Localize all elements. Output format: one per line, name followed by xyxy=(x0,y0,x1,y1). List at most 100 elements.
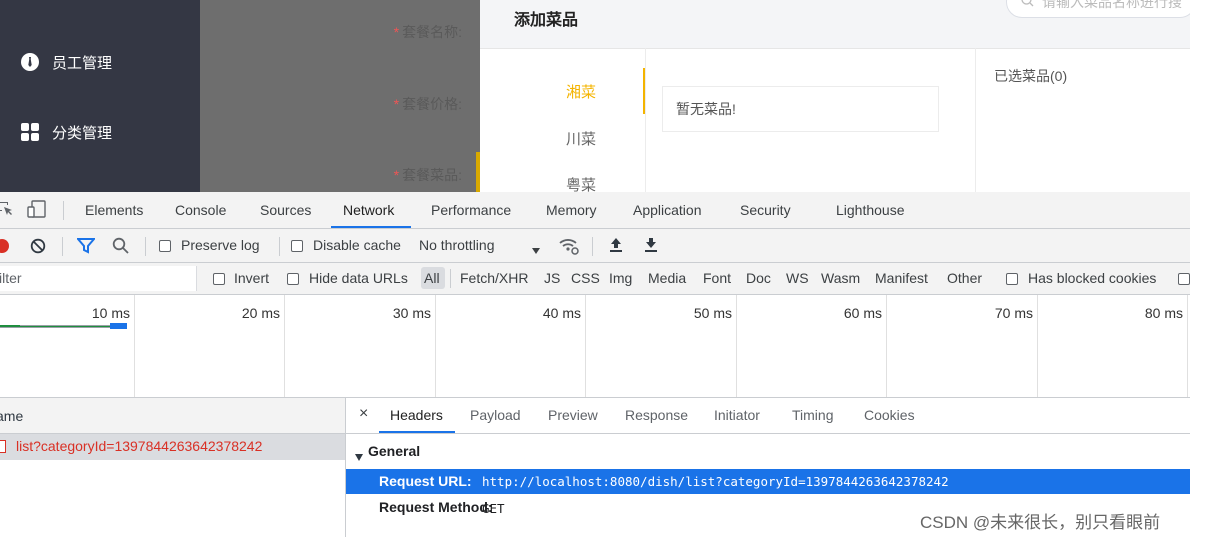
filter-type-other[interactable]: Other xyxy=(947,270,982,286)
export-har-icon[interactable] xyxy=(644,237,658,256)
filter-type-manifest[interactable]: Manifest xyxy=(875,270,928,286)
category-yue[interactable]: 粤菜 xyxy=(566,174,596,192)
form-label-name: * 套餐名称: xyxy=(393,24,462,40)
timeline-tick-label: 70 ms xyxy=(994,305,1033,321)
separator xyxy=(592,237,593,256)
tab-security[interactable]: Security xyxy=(740,202,791,218)
has-blocked-cookies-checkbox[interactable] xyxy=(1006,273,1018,285)
category-xiang[interactable]: 湘菜 xyxy=(566,81,596,102)
divider xyxy=(645,48,646,192)
timeline-tick-label: 40 ms xyxy=(542,305,581,321)
preserve-log-checkbox[interactable] xyxy=(159,240,171,252)
person-tie-icon xyxy=(20,52,40,72)
timeline-gridline xyxy=(886,295,887,397)
general-section-header[interactable]: General xyxy=(368,443,420,459)
timeline-tick-label: 60 ms xyxy=(843,305,882,321)
tab-application[interactable]: Application xyxy=(633,202,702,218)
timeline-gridline xyxy=(435,295,436,397)
filter-type-wasm[interactable]: Wasm xyxy=(821,270,860,286)
device-toolbar-icon[interactable] xyxy=(27,200,47,221)
tab-payload[interactable]: Payload xyxy=(470,407,521,423)
import-har-icon[interactable] xyxy=(609,237,623,256)
form-label-price: * 套餐价格: xyxy=(393,96,462,112)
filter-type-fetch-xhr[interactable]: Fetch/XHR xyxy=(460,270,528,286)
tab-elements[interactable]: Elements xyxy=(85,202,143,218)
hide-data-urls-checkbox[interactable] xyxy=(287,273,299,285)
hide-data-urls-label: Hide data URLs xyxy=(309,270,408,286)
timeline-gridline xyxy=(134,295,135,397)
waterfall-bar xyxy=(20,326,112,327)
close-icon[interactable]: × xyxy=(359,405,368,423)
form-label-dishes: * 套餐菜品: xyxy=(393,167,462,183)
disable-cache-checkbox[interactable] xyxy=(291,240,303,252)
filter-type-all[interactable]: All xyxy=(424,270,440,286)
timeline-tick-label: 50 ms xyxy=(693,305,732,321)
filter-type-img[interactable]: Img xyxy=(609,270,632,286)
timeline-gridline xyxy=(1187,295,1188,397)
search-icon[interactable] xyxy=(112,237,130,258)
request-url-row[interactable]: Request URL: http://localhost:8080/dish/… xyxy=(346,469,1190,494)
tab-cookies[interactable]: Cookies xyxy=(864,407,915,423)
grid-icon xyxy=(20,122,40,142)
form-overlay: * 套餐名称: * 套餐价格: * 套餐菜品: xyxy=(200,0,480,192)
sidebar-item-employees[interactable]: 员工管理 xyxy=(20,50,112,74)
timeline-tick-label: 20 ms xyxy=(241,305,280,321)
filter-type-css[interactable]: CSS xyxy=(571,270,600,286)
column-header-name[interactable]: ame xyxy=(0,398,345,434)
divider xyxy=(975,48,976,192)
timeline-tick-label: 10 ms xyxy=(91,305,130,321)
timeline-gridline xyxy=(585,295,586,397)
watermark: CSDN @未来很长，别只看眼前 xyxy=(920,513,1161,532)
throttling-select[interactable]: No throttling xyxy=(419,237,494,253)
active-category-indicator xyxy=(643,68,645,114)
filter-icon[interactable] xyxy=(75,238,97,257)
search-icon xyxy=(1021,0,1034,10)
network-overview-timeline[interactable]: 10 ms 20 ms 30 ms 40 ms 50 ms 60 ms 70 m… xyxy=(0,295,1190,398)
clear-icon[interactable] xyxy=(30,238,46,257)
filter-type-ws[interactable]: WS xyxy=(786,270,809,286)
dish-list-empty: 暂无菜品! xyxy=(662,86,939,132)
inspect-element-icon[interactable] xyxy=(0,201,14,220)
sidebar-item-categories[interactable]: 分类管理 xyxy=(20,120,112,144)
filter-type-media[interactable]: Media xyxy=(648,270,686,286)
timeline-tick-label: 30 ms xyxy=(392,305,431,321)
invert-checkbox[interactable] xyxy=(213,273,225,285)
tab-initiator[interactable]: Initiator xyxy=(714,407,760,423)
tab-response[interactable]: Response xyxy=(625,407,688,423)
tab-timing[interactable]: Timing xyxy=(792,407,834,423)
waterfall-bar xyxy=(110,323,127,329)
triangle-down-icon[interactable] xyxy=(355,448,363,464)
tab-network[interactable]: Network xyxy=(343,202,394,218)
filter-type-doc[interactable]: Doc xyxy=(746,270,771,286)
blocked-requests-checkbox[interactable] xyxy=(1178,273,1190,285)
dish-search-input[interactable]: 请输入菜品名称进行搜 xyxy=(1006,0,1190,18)
preserve-log-label: Preserve log xyxy=(181,237,260,253)
request-method-label: Request Method: xyxy=(379,499,493,515)
timeline-gridline xyxy=(284,295,285,397)
tab-preview[interactable]: Preview xyxy=(548,407,598,423)
tab-performance[interactable]: Performance xyxy=(431,202,511,218)
detail-tab-bar: × Headers Payload Preview Response Initi… xyxy=(346,398,1190,434)
timeline-gridline xyxy=(1037,295,1038,397)
filter-input[interactable]: ilter xyxy=(0,266,197,291)
filter-type-font[interactable]: Font xyxy=(703,270,731,286)
tab-sources[interactable]: Sources xyxy=(260,202,311,218)
tab-memory[interactable]: Memory xyxy=(546,202,597,218)
dropdown-arrow-icon[interactable] xyxy=(531,242,541,258)
network-conditions-icon[interactable] xyxy=(558,236,580,259)
request-name: list?categoryId=1397844263642378242 xyxy=(16,438,263,454)
record-icon[interactable] xyxy=(0,239,9,253)
filter-type-js[interactable]: JS xyxy=(544,270,560,286)
dialog-title: 添加菜品 xyxy=(514,12,579,29)
tab-console[interactable]: Console xyxy=(175,202,226,218)
invert-label: Invert xyxy=(234,270,270,286)
tab-lighthouse[interactable]: Lighthouse xyxy=(836,202,905,218)
devtools-panel: Elements Console Sources Network Perform… xyxy=(0,192,1190,537)
separator xyxy=(450,269,451,288)
sidebar: 员工管理 分类管理 xyxy=(0,0,200,192)
category-chuan[interactable]: 川菜 xyxy=(566,128,596,149)
request-list: ame list?categoryId=1397844263642378242 xyxy=(0,398,346,537)
request-row[interactable]: list?categoryId=1397844263642378242 xyxy=(0,434,345,460)
separator xyxy=(63,201,64,220)
tab-headers[interactable]: Headers xyxy=(390,407,443,423)
